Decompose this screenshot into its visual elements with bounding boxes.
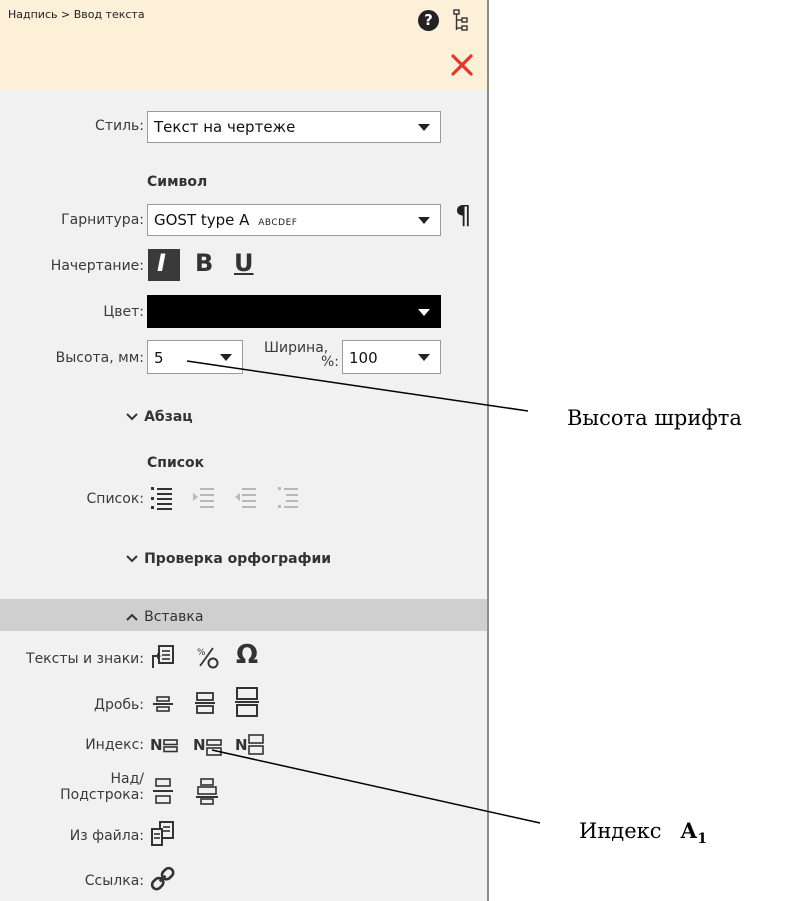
font-height-annotation: Высота шрифта xyxy=(567,406,742,430)
font-height-leader-line xyxy=(186,360,529,412)
index-annotation-subscript: 1 xyxy=(697,831,708,848)
index-leader-line xyxy=(211,749,541,824)
index-annotation: Индекс А1 xyxy=(579,818,707,847)
index-annotation-label: Индекс xyxy=(579,819,662,843)
annotation-leader-lines xyxy=(186,360,541,824)
index-annotation-base: А xyxy=(680,818,698,843)
